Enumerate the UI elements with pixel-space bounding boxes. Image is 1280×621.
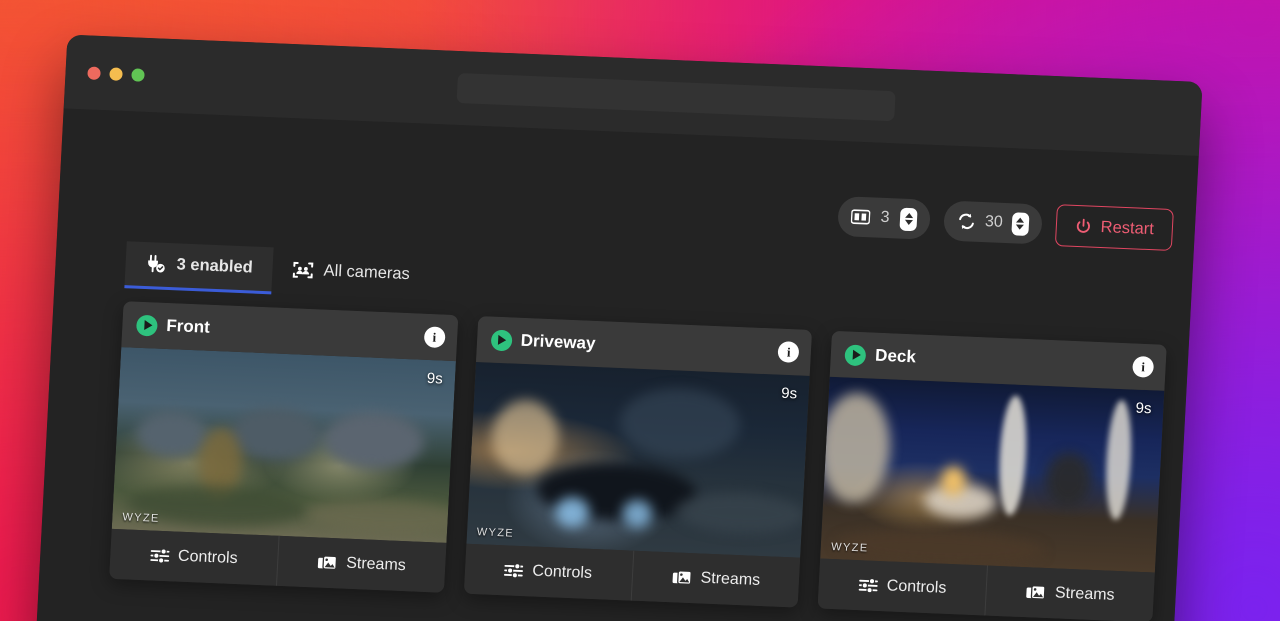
refresh-interval-spinner[interactable] [1011,211,1030,236]
stream-timer: 9s [1135,399,1152,418]
streams-button[interactable]: Streams [275,535,447,593]
streams-button[interactable]: Streams [630,550,801,608]
tab-enabled-label: 3 enabled [176,255,254,277]
streams-label: Streams [1054,584,1115,604]
stream-timer: 9s [426,369,444,388]
sliders-icon [149,547,170,564]
stream-timer: 9s [780,384,798,403]
camera-grid: Front i 9s WYZE Controls Streams Drivewa… [109,301,1167,621]
camera-name: Driveway [520,330,596,353]
streams-button[interactable]: Streams [984,565,1155,621]
tab-all-cameras[interactable]: All cameras [271,247,431,301]
controls-label: Controls [177,547,238,568]
restart-label: Restart [1100,217,1155,238]
images-icon [1026,584,1047,602]
images-icon [671,569,692,587]
controls-button[interactable]: Controls [818,559,987,616]
maximize-button[interactable] [131,67,145,82]
address-bar[interactable] [456,72,896,122]
tab-enabled[interactable]: 3 enabled [124,241,274,295]
streams-label: Streams [700,569,761,590]
wyze-watermark: WYZE [122,511,161,525]
minimize-button[interactable] [109,66,123,81]
camera-name: Deck [874,345,917,367]
info-icon[interactable]: i [1132,355,1155,378]
camera-stream-driveway[interactable]: 9s WYZE [466,361,811,558]
images-icon [317,554,338,572]
refresh-interval-value: 30 [984,213,1004,231]
close-button[interactable] [87,65,101,80]
sliders-icon [504,562,524,579]
window-controls [87,65,145,82]
refresh-interval-stepper[interactable]: 30 [942,200,1043,245]
sliders-icon [858,577,878,594]
controls-button[interactable]: Controls [463,544,632,601]
camera-card-front: Front i 9s WYZE Controls Streams [109,301,459,593]
live-play-icon[interactable] [490,329,513,351]
controls-button[interactable]: Controls [109,529,278,586]
camera-card-driveway: Driveway i 9s WYZE Controls Streams [463,315,813,608]
plug-check-icon [145,254,167,274]
streams-label: Streams [345,554,407,575]
tab-bar: 3 enabled All cameras [124,241,431,301]
columns-icon [850,209,871,226]
columns-value: 3 [880,208,890,227]
restart-button[interactable]: Restart [1054,204,1174,251]
camera-stream-front[interactable]: 9s WYZE [111,347,456,543]
camera-card-deck: Deck i 9s WYZE Controls Streams [817,330,1167,621]
toolbar: 3 30 Restart [837,195,1174,251]
browser-window: 3 30 Restart 3 enabled All cameras Front… [34,34,1203,621]
info-icon[interactable]: i [423,326,446,349]
info-icon[interactable]: i [777,341,800,363]
controls-label: Controls [886,577,947,597]
wyze-watermark: WYZE [830,540,869,555]
group-scan-icon [292,260,314,280]
power-icon [1074,217,1092,235]
controls-label: Controls [531,562,593,582]
refresh-icon [957,212,977,231]
live-play-icon[interactable] [844,343,867,366]
camera-name: Front [165,315,211,337]
live-play-icon[interactable] [135,314,158,337]
tab-all-cameras-label: All cameras [323,261,411,284]
columns-spinner[interactable] [899,207,918,231]
app-body: 3 30 Restart 3 enabled All cameras Front… [34,108,1199,621]
camera-stream-deck[interactable]: 9s WYZE [820,376,1165,573]
wyze-watermark: WYZE [476,526,515,540]
columns-stepper[interactable]: 3 [837,196,932,240]
